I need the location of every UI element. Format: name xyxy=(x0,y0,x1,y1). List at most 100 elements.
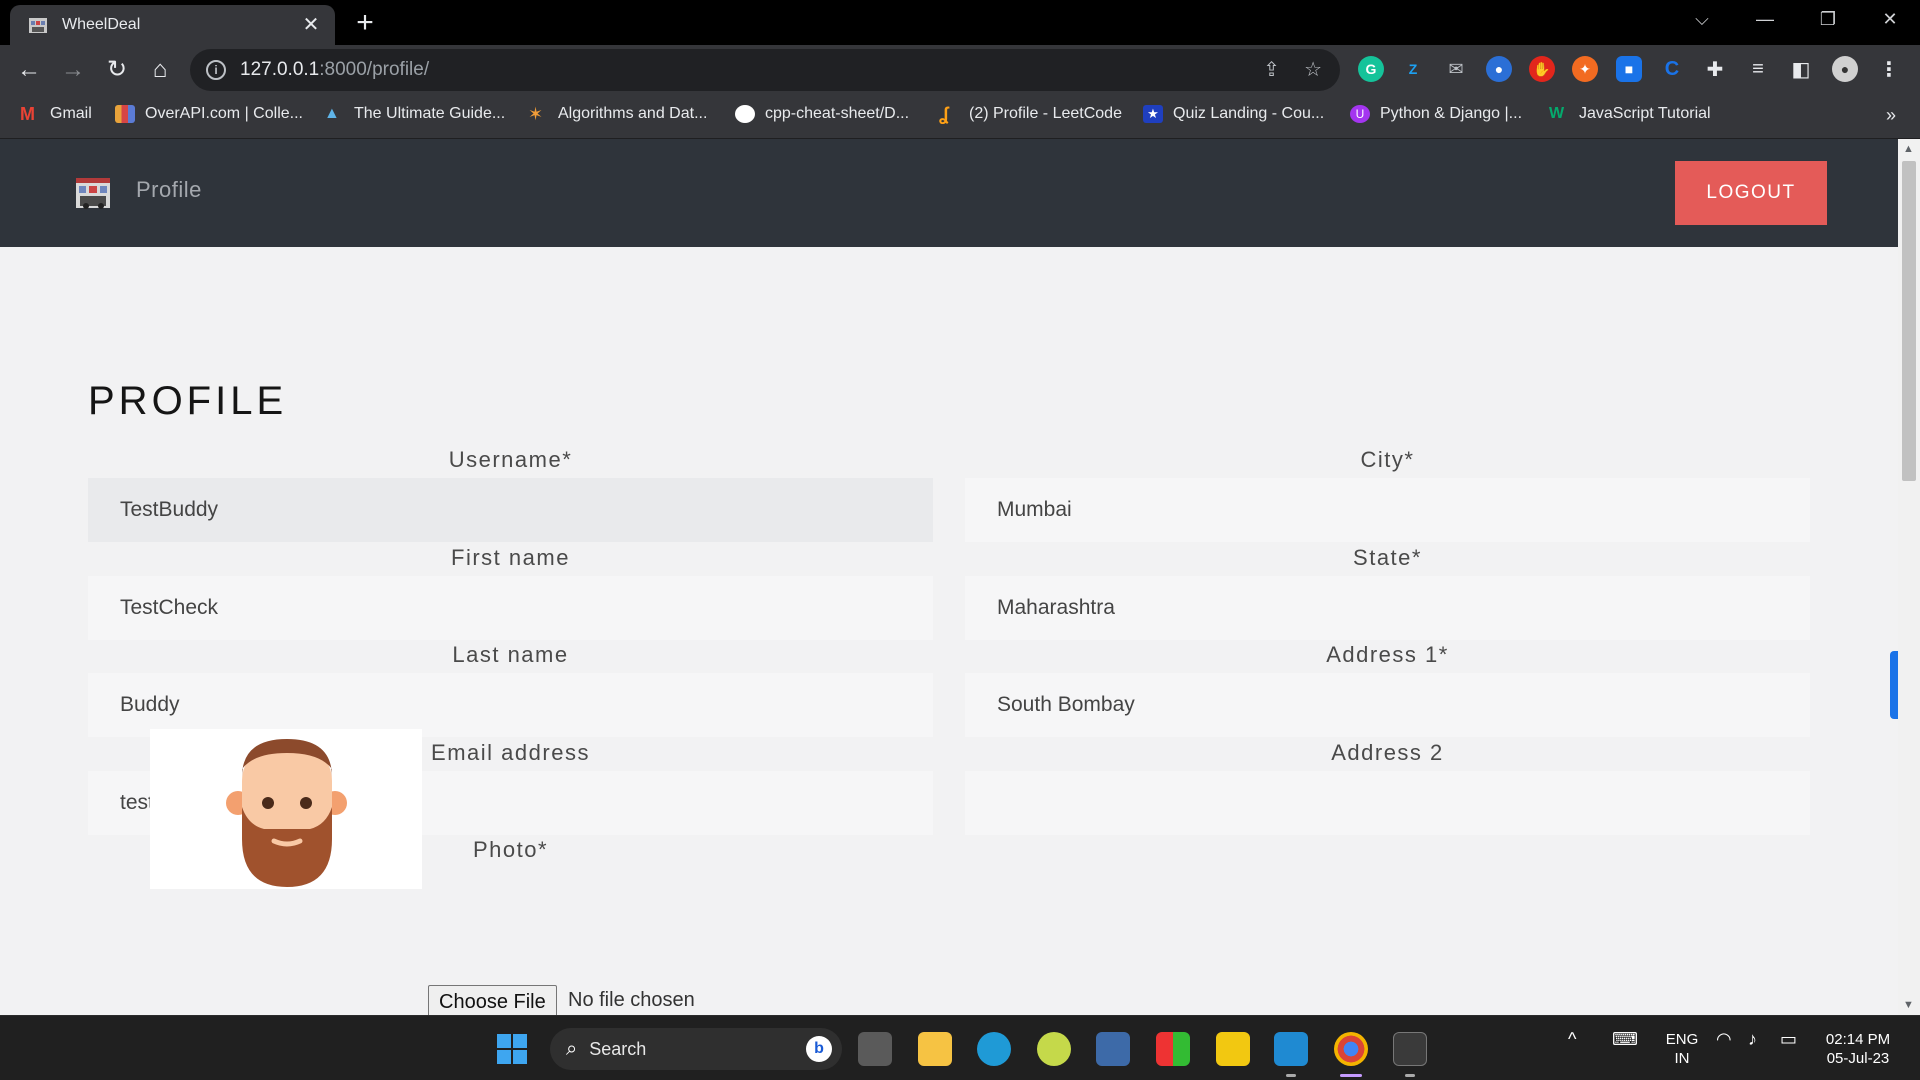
grammarly-icon[interactable]: G xyxy=(1358,56,1384,82)
menu-kebab-icon[interactable]: ⋮ xyxy=(1876,56,1902,82)
site-favicon-icon xyxy=(28,16,48,34)
extension-c-icon[interactable]: C xyxy=(1659,56,1685,82)
site-info-icon[interactable]: i xyxy=(206,60,226,80)
bookmark-label: (2) Profile - LeetCode xyxy=(969,105,1122,122)
tab-title: WheelDeal xyxy=(62,16,141,33)
page-scrollbar[interactable]: ▲ ▼ xyxy=(1898,139,1920,1015)
bookmark-algorithms[interactable]: ✶ Algorithms and Dat... xyxy=(528,105,707,123)
clock[interactable]: 02:14 PM 05-Jul-23 xyxy=(1818,1030,1898,1068)
logout-button[interactable]: LOGOUT xyxy=(1675,161,1827,225)
bookmark-quiz-landing[interactable]: ★ Quiz Landing - Cou... xyxy=(1143,105,1324,123)
side-panel-marker[interactable] xyxy=(1890,651,1898,719)
close-window-button[interactable]: ✕ xyxy=(1870,6,1910,32)
extension-orange-icon[interactable]: ✦ xyxy=(1572,56,1598,82)
restore-button[interactable]: ❐ xyxy=(1808,6,1848,32)
media-queue-icon[interactable]: ≡ xyxy=(1745,56,1771,82)
page-title: PROFILE xyxy=(88,379,288,423)
app-multicolor-icon[interactable] xyxy=(1156,1032,1190,1066)
share-icon[interactable]: ⇪ xyxy=(1263,57,1280,82)
bookmark-overapi[interactable]: OverAPI.com | Colle... xyxy=(115,105,303,123)
tab-wheeldeal[interactable]: WheelDeal ✕ xyxy=(10,5,335,45)
city-label: City* xyxy=(1360,447,1415,472)
battery-icon[interactable]: ▭ xyxy=(1780,1030,1797,1049)
task-view-icon[interactable] xyxy=(858,1032,892,1066)
forward-icon[interactable]: → xyxy=(58,55,88,85)
bookmark-label: OverAPI.com | Colle... xyxy=(145,105,303,122)
mail-icon[interactable]: ✉ xyxy=(1443,56,1469,82)
choose-file-button[interactable]: Choose File xyxy=(428,985,557,1015)
volume-icon[interactable]: ♪ xyxy=(1748,1030,1757,1049)
address1-label: Address 1* xyxy=(1326,642,1449,667)
profile-avatar[interactable]: ● xyxy=(1832,56,1858,82)
last-name-field[interactable]: Buddy xyxy=(88,673,933,737)
scroll-up-icon[interactable]: ▲ xyxy=(1903,143,1914,155)
windows-start-icon[interactable] xyxy=(495,1032,529,1066)
reload-icon[interactable]: ↻ xyxy=(102,55,132,85)
extension-shield-icon[interactable]: ● xyxy=(1486,56,1512,82)
state-field[interactable]: Maharashtra xyxy=(965,576,1810,640)
terminal-icon[interactable] xyxy=(1393,1032,1427,1066)
new-tab-button[interactable]: + xyxy=(350,8,380,38)
url-host: 127.0.0.1 xyxy=(240,59,320,80)
url-path: :8000/profile/ xyxy=(319,59,430,80)
overapi-icon xyxy=(115,105,135,123)
wifi-icon[interactable]: ◠ xyxy=(1716,1030,1732,1049)
keyboard-icon[interactable]: ⌨ xyxy=(1612,1030,1638,1049)
taskbar-search-box[interactable]: ⌕ Search b xyxy=(550,1028,842,1070)
address-bar[interactable]: i 127.0.0.1 :8000/profile/ ⇪ ☆ xyxy=(190,49,1340,91)
bookmark-gmail[interactable]: M Gmail xyxy=(20,105,92,123)
wheeldeal-logo-icon[interactable] xyxy=(74,174,112,210)
scroll-down-icon[interactable]: ▼ xyxy=(1903,999,1914,1011)
scroll-thumb[interactable] xyxy=(1902,161,1916,481)
language-indicator[interactable]: ENG IN xyxy=(1660,1030,1704,1068)
language-code: ENG xyxy=(1665,1031,1699,1048)
algo-icon: ✶ xyxy=(528,104,544,124)
address1-field[interactable]: South Bombay xyxy=(965,673,1810,737)
side-panel-icon[interactable]: ◧ xyxy=(1788,56,1814,82)
username-label: Username* xyxy=(448,447,573,472)
app-blue-icon[interactable] xyxy=(1096,1032,1130,1066)
leetcode-icon: ʆ xyxy=(939,104,949,124)
username-field[interactable]: TestBuddy xyxy=(88,478,933,542)
address2-field[interactable] xyxy=(965,771,1810,835)
extension-blue-icon[interactable]: ■ xyxy=(1616,56,1642,82)
udemy-icon: U xyxy=(1350,105,1370,123)
file-status-text: No file chosen xyxy=(568,989,695,1011)
adblock-icon[interactable]: ✋ xyxy=(1529,56,1555,82)
bookmark-python-django[interactable]: U Python & Django |... xyxy=(1350,105,1522,123)
app-green-icon[interactable] xyxy=(1037,1032,1071,1066)
bookmark-label: JavaScript Tutorial xyxy=(1579,105,1711,122)
back-icon[interactable]: ← xyxy=(14,55,44,85)
bookmark-star-icon[interactable]: ☆ xyxy=(1304,57,1322,82)
github-icon xyxy=(735,105,755,123)
bookmark-label: Quiz Landing - Cou... xyxy=(1173,105,1325,122)
mountain-icon: ▲ xyxy=(324,105,340,122)
file-explorer-icon[interactable] xyxy=(918,1032,952,1066)
city-field[interactable]: Mumbai xyxy=(965,478,1810,542)
tab-close-icon[interactable]: ✕ xyxy=(299,13,323,37)
first-name-field[interactable]: TestCheck xyxy=(88,576,933,640)
browser-toolbar: ← → ↻ ⌂ i 127.0.0.1 :8000/profile/ ⇪ ☆ G… xyxy=(0,45,1920,95)
power-bi-icon[interactable] xyxy=(1216,1032,1250,1066)
extensions-puzzle-icon[interactable]: ✚ xyxy=(1702,56,1728,82)
bookmark-javascript-tutorial[interactable]: W JavaScript Tutorial xyxy=(1549,105,1711,123)
home-icon[interactable]: ⌂ xyxy=(145,55,175,85)
star-icon: ★ xyxy=(1143,105,1163,123)
bookmark-leetcode[interactable]: ʆ (2) Profile - LeetCode xyxy=(939,105,1122,123)
nav-title[interactable]: Profile xyxy=(136,177,202,203)
bookmark-label: Algorithms and Dat... xyxy=(558,105,708,122)
bookmark-cpp-cheat-sheet[interactable]: cpp-cheat-sheet/D... xyxy=(735,105,909,123)
tray-overflow-icon[interactable]: ^ xyxy=(1568,1030,1576,1049)
minimize-button[interactable]: — xyxy=(1745,6,1785,32)
chrome-icon[interactable] xyxy=(1334,1032,1368,1066)
page-viewport: Profile LOGOUT PROFILE Username* TestBud… xyxy=(0,139,1920,1015)
state-label: State* xyxy=(1353,545,1422,570)
z-extension-icon[interactable]: Z xyxy=(1400,56,1426,82)
edge-icon[interactable] xyxy=(977,1032,1011,1066)
bookmarks-overflow-icon[interactable]: » xyxy=(1886,105,1896,126)
bookmark-ultimate-guide[interactable]: ▲ The Ultimate Guide... xyxy=(324,105,505,123)
vscode-icon[interactable] xyxy=(1274,1032,1308,1066)
site-navbar: Profile LOGOUT xyxy=(0,139,1898,247)
tab-search-icon[interactable]: ⌵ xyxy=(1682,6,1722,32)
first-name-label: First name xyxy=(451,545,570,570)
